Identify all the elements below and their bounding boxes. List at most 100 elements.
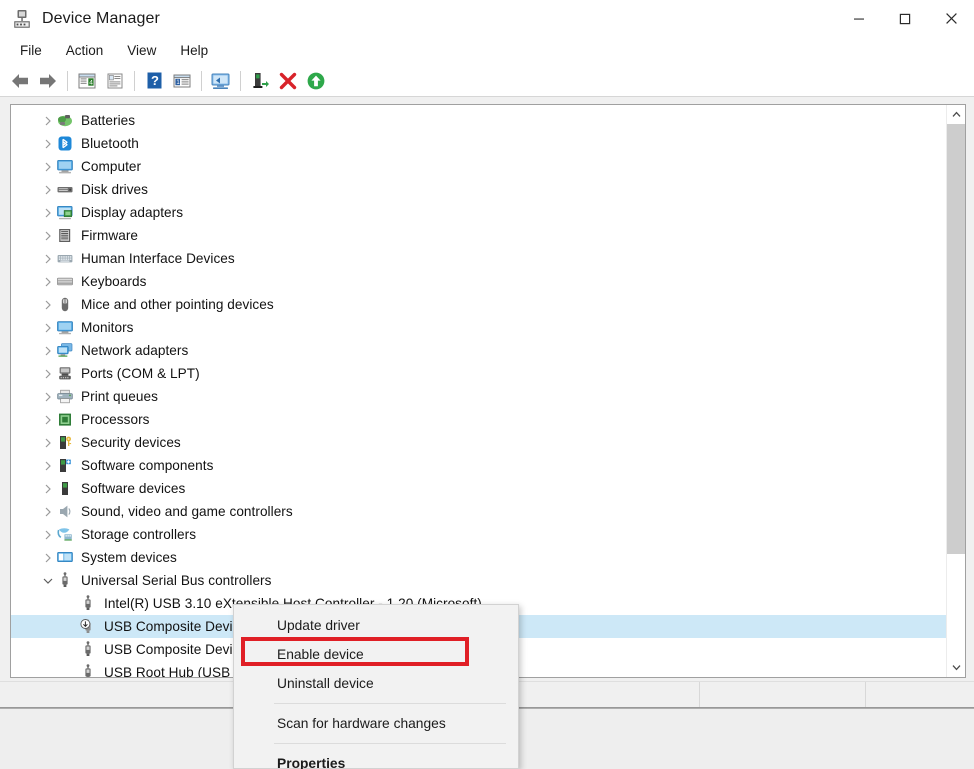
menu-item-view[interactable]: View (115, 39, 168, 62)
chevron-right-icon[interactable] (39, 369, 56, 379)
tree-item-display-adapters[interactable]: Display adapters (11, 201, 946, 224)
tree-item-network-adapters[interactable]: Network adapters (11, 339, 946, 362)
chevron-right-icon[interactable] (39, 392, 56, 402)
system-device-icon (56, 549, 74, 566)
tree-item-label: USB Composite Device (104, 619, 247, 634)
tree-item-label: USB Composite Device (104, 642, 247, 657)
tree-item-label: Display adapters (81, 205, 183, 220)
menu-item-file[interactable]: File (8, 39, 54, 62)
back-arrow-icon[interactable] (6, 68, 34, 94)
menu-item-action[interactable]: Action (54, 39, 116, 62)
storage-controller-icon (56, 526, 74, 543)
keyboard-icon (56, 273, 74, 290)
scan-hardware-changes-icon[interactable] (207, 68, 235, 94)
software-device-icon (56, 480, 74, 497)
chevron-right-icon[interactable] (39, 530, 56, 540)
forward-arrow-icon[interactable] (34, 68, 62, 94)
chevron-right-icon[interactable] (39, 346, 56, 356)
tree-item-keyboards[interactable]: Keyboards (11, 270, 946, 293)
context-menu-item-uninstall-device[interactable]: Uninstall device (234, 669, 518, 698)
enable-device-icon[interactable] (302, 68, 330, 94)
chevron-right-icon[interactable] (39, 254, 56, 264)
device-manager-window: Device Manager File Action View Help (0, 0, 974, 769)
chevron-right-icon[interactable] (39, 507, 56, 517)
tree-item-label: Sound, video and game controllers (81, 504, 293, 519)
hid-icon (56, 250, 74, 267)
scroll-up-icon[interactable] (947, 105, 966, 124)
maximize-button[interactable] (882, 0, 928, 37)
tree-item-storage-controllers[interactable]: Storage controllers (11, 523, 946, 546)
tree-item-print-queues[interactable]: Print queues (11, 385, 946, 408)
mouse-icon (56, 296, 74, 313)
chevron-right-icon[interactable] (39, 231, 56, 241)
tree-item-software-components[interactable]: Software components (11, 454, 946, 477)
device-tree: Batteries Bluetooth (11, 105, 946, 677)
help-icon[interactable]: ? (140, 68, 168, 94)
chevron-down-icon[interactable] (39, 577, 56, 585)
chevron-right-icon[interactable] (39, 277, 56, 287)
tree-item-software-devices[interactable]: Software devices (11, 477, 946, 500)
properties-icon[interactable] (101, 68, 129, 94)
chevron-right-icon[interactable] (39, 461, 56, 471)
tree-item-firmware[interactable]: Firmware (11, 224, 946, 247)
scroll-down-icon[interactable] (947, 658, 966, 677)
tree-item-human-interface-devices[interactable]: Human Interface Devices (11, 247, 946, 270)
tree-item-security-devices[interactable]: Security devices (11, 431, 946, 454)
tree-item-sound-video-and-game-controllers[interactable]: Sound, video and game controllers (11, 500, 946, 523)
chevron-right-icon[interactable] (39, 438, 56, 448)
svg-text:4: 4 (89, 79, 93, 86)
scrollbar-thumb[interactable] (947, 124, 966, 554)
tree-item-processors[interactable]: Processors (11, 408, 946, 431)
tree-item-computer[interactable]: Computer (11, 155, 946, 178)
title-bar: Device Manager (0, 0, 974, 37)
tree-item-label: Software components (81, 458, 213, 473)
minimize-button[interactable] (836, 0, 882, 37)
chevron-right-icon[interactable] (39, 208, 56, 218)
context-menu-item-scan-for-hardware-changes[interactable]: Scan for hardware changes (234, 709, 518, 738)
view-details-icon[interactable]: 1 (168, 68, 196, 94)
tree-item-bluetooth[interactable]: Bluetooth (11, 132, 946, 155)
update-driver-icon[interactable] (246, 68, 274, 94)
context-menu-item-update-driver[interactable]: Update driver (234, 611, 518, 640)
tree-item-batteries[interactable]: Batteries (11, 109, 946, 132)
tree-item-label: Computer (81, 159, 141, 174)
disk-drive-icon (56, 181, 74, 198)
tree-item-disk-drives[interactable]: Disk drives (11, 178, 946, 201)
menu-item-help[interactable]: Help (168, 39, 220, 62)
tree-item-system-devices[interactable]: System devices (11, 546, 946, 569)
port-icon (56, 365, 74, 382)
toolbar-separator (67, 71, 68, 91)
menu-bar: File Action View Help (0, 37, 974, 65)
chevron-right-icon[interactable] (39, 185, 56, 195)
computer-icon (56, 158, 74, 175)
chevron-right-icon[interactable] (39, 484, 56, 494)
tree-item-monitors[interactable]: Monitors (11, 316, 946, 339)
context-menu-item-properties[interactable]: Properties (234, 749, 518, 769)
show-hide-console-tree-icon[interactable]: 4 (73, 68, 101, 94)
uninstall-device-icon[interactable] (274, 68, 302, 94)
tree-item-label: Network adapters (81, 343, 188, 358)
context-menu-item-enable-device[interactable]: Enable device (234, 640, 518, 669)
chevron-right-icon[interactable] (39, 553, 56, 563)
tree-item-mice-and-other-pointing-devices[interactable]: Mice and other pointing devices (11, 293, 946, 316)
usb-icon (56, 572, 74, 589)
device-tree-panel: Batteries Bluetooth (10, 104, 966, 678)
close-button[interactable] (928, 0, 974, 37)
chevron-right-icon[interactable] (39, 162, 56, 172)
tree-item-universal-serial-bus-controllers[interactable]: Universal Serial Bus controllers (11, 569, 946, 592)
chevron-right-icon[interactable] (39, 116, 56, 126)
tree-item-label: Storage controllers (81, 527, 196, 542)
tree-item-label: Keyboards (81, 274, 146, 289)
chevron-right-icon[interactable] (39, 300, 56, 310)
tree-item-label: Disk drives (81, 182, 148, 197)
chevron-right-icon[interactable] (39, 139, 56, 149)
tree-item-ports[interactable]: Ports (COM & LPT) (11, 362, 946, 385)
tree-item-label: Batteries (81, 113, 135, 128)
scrollbar-track[interactable] (947, 124, 966, 658)
chevron-right-icon[interactable] (39, 323, 56, 333)
chevron-right-icon[interactable] (39, 415, 56, 425)
vertical-scrollbar[interactable] (946, 105, 965, 677)
software-component-icon (56, 457, 74, 474)
svg-text:?: ? (151, 73, 159, 88)
tree-item-label: Bluetooth (81, 136, 139, 151)
